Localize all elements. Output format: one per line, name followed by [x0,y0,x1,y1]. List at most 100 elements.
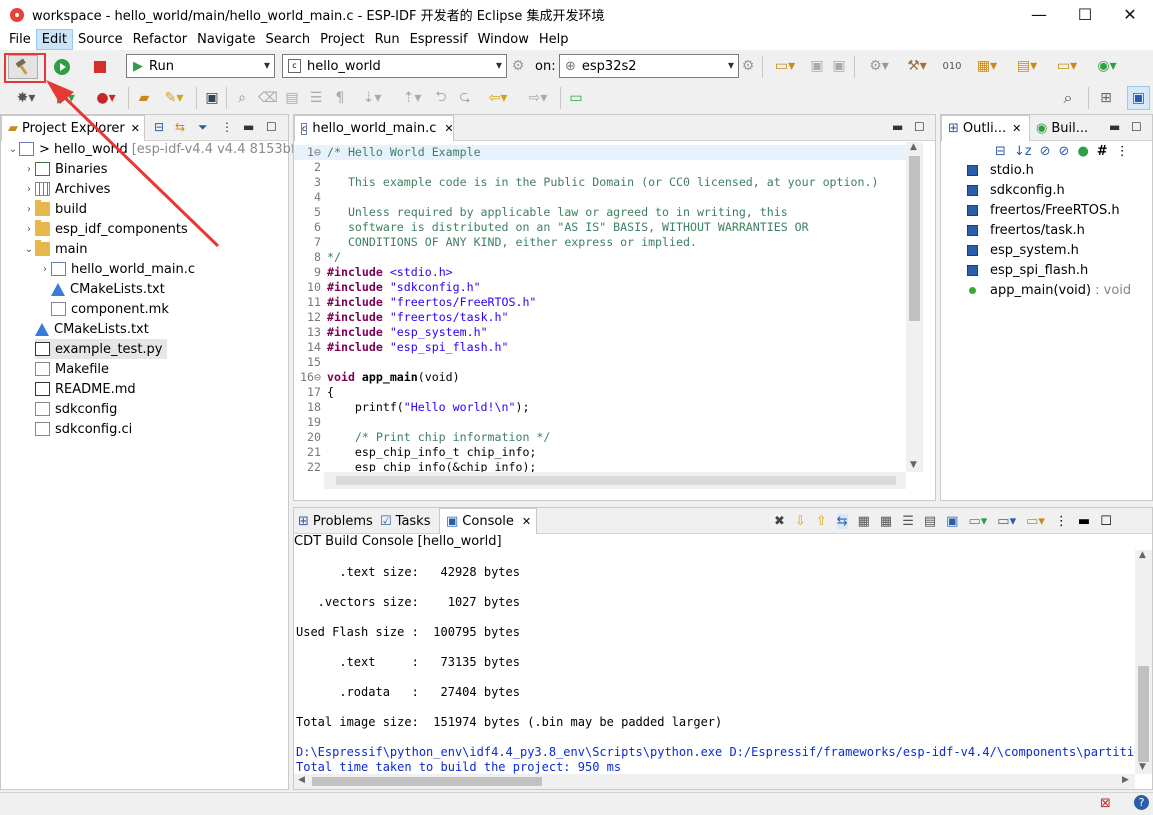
close-icon[interactable]: ✕ [1012,122,1021,135]
expand-toggle-icon[interactable]: › [23,224,35,235]
console-horizontal-scrollbar[interactable]: ◀ ▶ [294,774,1135,789]
editor-vertical-scrollbar[interactable]: ▲ ▼ [906,142,923,472]
scroll-right-icon[interactable]: ▶ [1122,775,1129,785]
collapse-all-icon[interactable]: ⊟ [154,120,164,134]
word-wrap-icon[interactable]: ▦ [880,514,892,529]
menu-run[interactable]: Run [370,29,405,50]
group-macros-icon[interactable]: # [1097,144,1108,159]
paragraph-icon[interactable]: ¶ [330,87,350,109]
menu-source[interactable]: Source [73,29,128,50]
tree-item-build[interactable]: › build [23,199,87,219]
scroll-thumb[interactable] [909,156,920,321]
list-icon[interactable]: ☰ [306,87,326,109]
new-folder-icon[interactable]: ▤▾ [1010,56,1044,76]
view-menu-icon[interactable]: ⋮ [1116,144,1129,159]
close-button[interactable]: ✕ [1107,0,1153,29]
tree-item-main-cmakelists[interactable]: CMakeLists.txt [51,279,165,299]
tree-item-hello-world[interactable]: ⌄ > hello_world [esp-idf-v4.4 v4.4 8153b… [7,139,309,159]
tree-item-component-mk[interactable]: component.mk [51,299,169,319]
minimize-view-icon[interactable]: ▬ [243,120,254,134]
run-history-icon[interactable]: ▶▾ [50,87,82,109]
tree-item-binaries[interactable]: › Binaries [23,159,107,179]
minimize-view-icon[interactable]: ▬ [1078,514,1090,529]
tab-build-targets[interactable]: ◉ Buil... [1036,115,1088,141]
minimize-button[interactable]: — [1016,0,1062,29]
back-icon[interactable]: ⇦▾ [482,87,514,109]
save-icon[interactable]: ▣ [808,56,826,76]
show-console-icon[interactable]: ☰ [902,514,914,529]
menu-file[interactable]: File [4,29,36,50]
close-icon[interactable]: ✕ [444,122,453,135]
scroll-thumb[interactable] [336,476,896,485]
new-file-icon[interactable]: ◉▾ [1090,56,1124,76]
tree-item-esp-idf-components[interactable]: › esp_idf_components [23,219,188,239]
menu-help[interactable]: Help [534,29,574,50]
tree-item-archives[interactable]: › Archives [23,179,110,199]
binary-icon[interactable]: 010 [942,56,962,76]
next-annotation-icon[interactable]: ⇣▾ [356,87,388,109]
forward-icon[interactable]: ⇨▾ [522,87,554,109]
external-tools-icon[interactable]: ●▾ [90,87,122,109]
flash-icon[interactable]: ✎▾ [158,87,190,109]
tree-item-main[interactable]: ⌄ main [23,239,87,259]
open-perspective-icon[interactable]: ⊞ [1096,87,1116,109]
outline-item-app-main[interactable]: app_main(void): void [967,280,1131,300]
tree-item-cmakelists[interactable]: CMakeLists.txt [35,319,149,339]
scroll-lock-icon[interactable]: ▦ [858,514,870,529]
link-editor-icon[interactable]: ⇆ [175,120,185,134]
filter-icon[interactable]: ⏷ [198,120,208,135]
maximize-view-icon[interactable]: ☐ [914,120,925,134]
sort-icon[interactable]: ↓z [1014,144,1032,159]
collapse-all-icon[interactable]: ⊟ [995,144,1006,159]
new-console-icon[interactable]: ▭▾ [968,514,987,529]
editor-horizontal-scrollbar[interactable] [324,472,906,489]
link-icon[interactable]: ⇆ [836,513,848,529]
tab-outline[interactable]: ⊞ Outli... ✕ [941,115,1030,141]
config-gear-icon[interactable]: ⚙ [509,56,527,76]
outline-item-stdio[interactable]: stdio.h [967,160,1034,180]
tree-item-sdkconfig-ci[interactable]: sdkconfig.ci [35,419,132,439]
tab-project-explorer[interactable]: ▰ Project Explorer ✕ [1,115,145,141]
minimize-view-icon[interactable]: ▬ [892,120,903,134]
clear-console-icon[interactable]: ✖ [774,514,785,529]
block-icon[interactable]: ▤ [282,87,302,109]
forward-edit-icon[interactable]: ⮎ [456,87,474,109]
tree-item-hello-world-main-c[interactable]: › hello_world_main.c [39,259,195,279]
menu-window[interactable]: Window [473,29,534,50]
open-folder-icon[interactable]: ▰ [134,87,154,109]
tree-item-example-test-py[interactable]: example_test.py [35,339,167,359]
outline-item-freertos[interactable]: freertos/FreeRTOS.h [967,200,1120,220]
expand-toggle-icon[interactable]: ⌄ [23,244,35,255]
new-class-icon[interactable]: ▭▾ [1050,56,1084,76]
tree-item-sdkconfig[interactable]: sdkconfig [35,399,117,419]
hide-static-icon[interactable]: ⊘ [1059,144,1070,159]
pin-editor-icon[interactable]: ▭ [566,87,586,109]
expand-toggle-icon[interactable]: ⌄ [7,144,19,155]
next-icon[interactable]: ⇩ [795,514,806,529]
edit-marker-icon[interactable]: ⌫ [258,87,278,109]
tab-hello-world-main-c[interactable]: c hello_world_main.c ✕ [294,115,454,141]
outline-item-esp-system[interactable]: esp_system.h [967,240,1079,260]
error-log-icon[interactable]: ⊠ [1100,796,1111,811]
maximize-view-icon[interactable]: ☐ [1100,514,1112,529]
search-file-icon[interactable]: ⌕ [232,87,252,109]
settings-icon[interactable]: ⚙▾ [862,56,896,76]
console-vertical-scrollbar[interactable]: ▲ ▼ [1135,550,1152,774]
new-wizard-icon[interactable]: ▭▾ [768,56,802,76]
view-menu-icon[interactable]: ⋮ [221,120,233,134]
scroll-down-icon[interactable]: ▼ [910,460,917,470]
scroll-left-icon[interactable]: ◀ [298,775,305,785]
maximize-view-icon[interactable]: ☐ [266,120,277,134]
hide-fields-icon[interactable]: ⊘ [1040,144,1051,159]
scroll-down-icon[interactable]: ▼ [1139,762,1146,772]
outline-item-sdkconfig[interactable]: sdkconfig.h [967,180,1065,200]
tree-item-readme[interactable]: README.md [35,379,136,399]
target-gear-icon[interactable]: ⚙ [739,56,757,76]
close-icon[interactable]: ✕ [131,122,140,135]
view-menu-icon[interactable]: ⋮ [1055,514,1068,529]
menu-edit[interactable]: Edit [35,29,73,50]
c-perspective-icon[interactable]: ▣ [1127,86,1150,110]
terminal-icon[interactable]: ▣ [202,87,222,109]
tab-console[interactable]: ▣ Console ✕ [439,508,537,534]
expand-toggle-icon[interactable]: › [23,184,35,195]
